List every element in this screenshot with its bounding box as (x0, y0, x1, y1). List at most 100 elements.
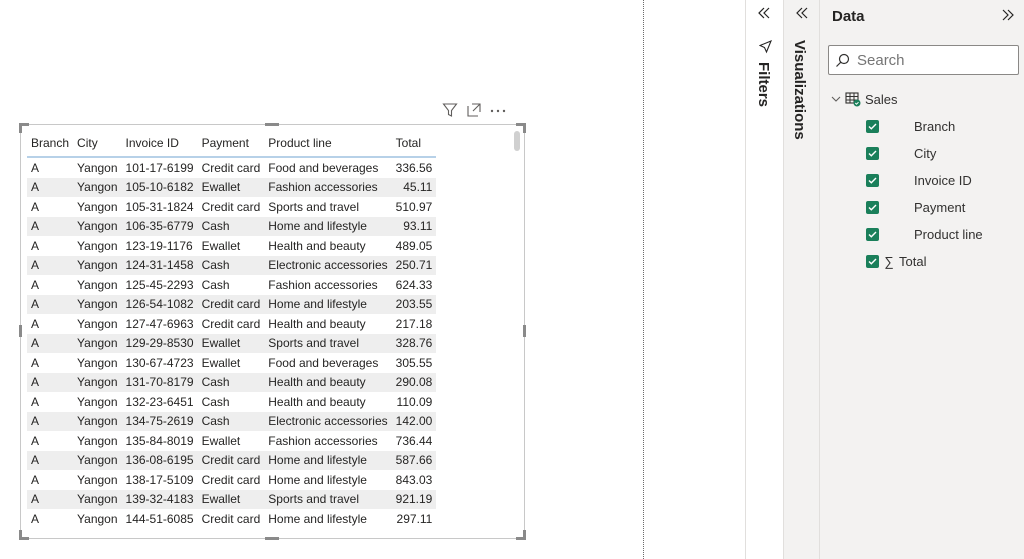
cell-total: 305.55 (395, 355, 433, 370)
cell-total: 93.11 (391, 216, 437, 236)
cell-city: Yangon (73, 450, 122, 470)
search-box[interactable] (828, 45, 1019, 75)
cell-payment: Credit card (201, 316, 261, 331)
table-row[interactable]: A Yangon 124-31-1458 Cash Electronic accesso… (27, 255, 437, 275)
cell-city: Yangon (73, 411, 122, 431)
cell-invoice-id: 106-35-6779 (121, 216, 198, 236)
cell-product-line: Sports and travel (264, 333, 392, 353)
table-row[interactable]: A Yangon 139-32-4183 Ewallet Sports and trav… (27, 489, 437, 509)
field-checkbox[interactable] (866, 147, 879, 160)
cell-payment: Credit card (197, 294, 265, 314)
cell-branch: A (31, 316, 40, 331)
cell-product-line: Home and lifestyle (268, 472, 367, 487)
resize-handle[interactable] (523, 325, 526, 337)
cell-branch: A (31, 472, 40, 487)
cell-product-line: Home and lifestyle (264, 294, 392, 314)
field-payment[interactable]: Payment (866, 200, 965, 215)
resize-handle[interactable] (265, 537, 279, 540)
field-city[interactable]: City (866, 146, 936, 161)
table-row[interactable]: A Yangon 134-75-2619 Cash Electronic accesso… (27, 411, 437, 431)
table-row[interactable]: A Yangon 105-10-6182 Ewallet Fashion accesso… (27, 177, 437, 197)
cell-city: Yangon (77, 199, 118, 214)
column-header-city[interactable]: City (73, 129, 122, 158)
cell-payment: Credit card (201, 472, 261, 487)
cell-invoice-id: 123-19-1176 (125, 238, 193, 253)
cell-branch: A (27, 294, 74, 314)
cell-city: Yangon (73, 333, 122, 353)
cell-product-line: Home and lifestyle (264, 216, 392, 236)
filter-icon (758, 39, 773, 59)
column-header-payment[interactable]: Payment (197, 129, 265, 158)
chevron-down-icon[interactable] (831, 92, 845, 107)
table-row[interactable]: A Yangon 131-70-8179 Cash Health and beauty 2… (27, 372, 437, 392)
cell-city: Yangon (73, 177, 122, 197)
visualizations-pane-label[interactable]: Visualizations (791, 40, 808, 140)
double-chevron-left-icon[interactable] (795, 6, 809, 25)
cell-city: Yangon (73, 294, 122, 314)
field-checkbox[interactable] (866, 120, 879, 133)
field-checkbox[interactable] (866, 201, 879, 214)
cell-product-line: Fashion accessories (268, 277, 378, 292)
column-header-product-line[interactable]: Product line (264, 129, 392, 158)
cell-city: Yangon (77, 160, 118, 175)
cell-product-line: Sports and travel (268, 199, 359, 214)
table-scroll-area[interactable]: Branch City Invoice ID Payment Product l… (27, 129, 469, 533)
field-invoice-id[interactable]: Invoice ID (866, 173, 972, 188)
table-row[interactable]: A Yangon 132-23-6451 Cash Health and beauty 1… (27, 392, 436, 412)
cell-payment: Credit card (201, 199, 261, 214)
vertical-scrollbar[interactable] (514, 131, 520, 151)
resize-handle[interactable] (265, 123, 279, 126)
table-row[interactable]: A Yangon 144-51-6085 Credit card Home and li… (27, 509, 436, 529)
field-total[interactable]: ∑ Total (866, 254, 926, 269)
table-row[interactable]: A Yangon 101-17-6199 Credit card Food and be… (27, 157, 436, 178)
column-header-invoice-id[interactable]: Invoice ID (121, 129, 198, 158)
cell-city: Yangon (73, 216, 122, 236)
table-row[interactable]: A Yangon 130-67-4723 Ewallet Food and bevera… (27, 353, 436, 373)
cell-payment: Cash (201, 394, 230, 409)
cell-invoice-id: 135-84-8019 (125, 433, 194, 448)
field-product-line[interactable]: Product line (866, 227, 983, 242)
filters-pane[interactable]: Filters (745, 0, 784, 559)
field-checkbox[interactable] (866, 228, 879, 241)
field-checkbox[interactable] (866, 174, 879, 187)
cell-product-line: Health and beauty (264, 372, 392, 392)
sigma-icon: ∑ (884, 254, 894, 269)
cell-branch: A (27, 489, 74, 509)
table-visual[interactable]: Branch City Invoice ID Payment Product l… (19, 123, 526, 540)
focus-mode-icon[interactable] (464, 100, 484, 120)
table-row[interactable]: A Yangon 126-54-1082 Credit card Home and li… (27, 294, 437, 314)
table-row[interactable]: A Yangon 136-08-6195 Credit card Home and li… (27, 450, 437, 470)
table-row[interactable]: A Yangon 135-84-8019 Ewallet Fashion accesso… (27, 431, 436, 451)
cell-invoice-id: 139-32-4183 (121, 489, 198, 509)
column-header-branch[interactable]: Branch (27, 129, 74, 158)
table-node-sales[interactable]: Sales (831, 91, 898, 107)
visualizations-pane[interactable]: Visualizations (783, 0, 820, 559)
cell-total: 217.18 (395, 316, 433, 331)
resize-handle[interactable] (19, 325, 22, 337)
cell-product-line: Fashion accessories (264, 177, 392, 197)
double-chevron-left-icon[interactable] (757, 6, 771, 25)
table-row[interactable]: A Yangon 123-19-1176 Ewallet Health and beau… (27, 236, 436, 256)
cell-payment: Cash (197, 255, 265, 275)
filter-icon[interactable] (440, 100, 460, 120)
field-checkbox[interactable] (866, 255, 879, 268)
field-branch[interactable]: Branch (866, 119, 955, 134)
table-row[interactable]: A Yangon 105-31-1824 Credit card Sports and … (27, 197, 436, 217)
cell-payment: Cash (197, 372, 265, 392)
search-input[interactable] (855, 50, 1009, 70)
table-row[interactable]: A Yangon 138-17-5109 Credit card Home and li… (27, 470, 436, 490)
cell-payment: Ewallet (201, 238, 241, 253)
double-chevron-right-icon[interactable] (1001, 8, 1015, 27)
table-row[interactable]: A Yangon 106-35-6779 Cash Home and lifestyle… (27, 216, 437, 236)
table-row[interactable]: A Yangon 129-29-8530 Ewallet Sports and trav… (27, 333, 437, 353)
resize-handle[interactable] (516, 530, 526, 540)
column-header-total[interactable]: Total (391, 129, 437, 158)
more-options-icon[interactable] (488, 100, 508, 120)
filters-pane-label[interactable]: Filters (755, 62, 772, 107)
table-row[interactable]: A Yangon 127-47-6963 Credit card Health and … (27, 314, 436, 334)
cell-payment: Ewallet (197, 177, 265, 197)
cell-product-line: Health and beauty (268, 238, 366, 253)
cell-total: 297.11 (396, 511, 433, 526)
cell-payment: Credit card (201, 160, 261, 175)
table-row[interactable]: A Yangon 125-45-2293 Cash Fashion accessorie… (27, 275, 436, 295)
